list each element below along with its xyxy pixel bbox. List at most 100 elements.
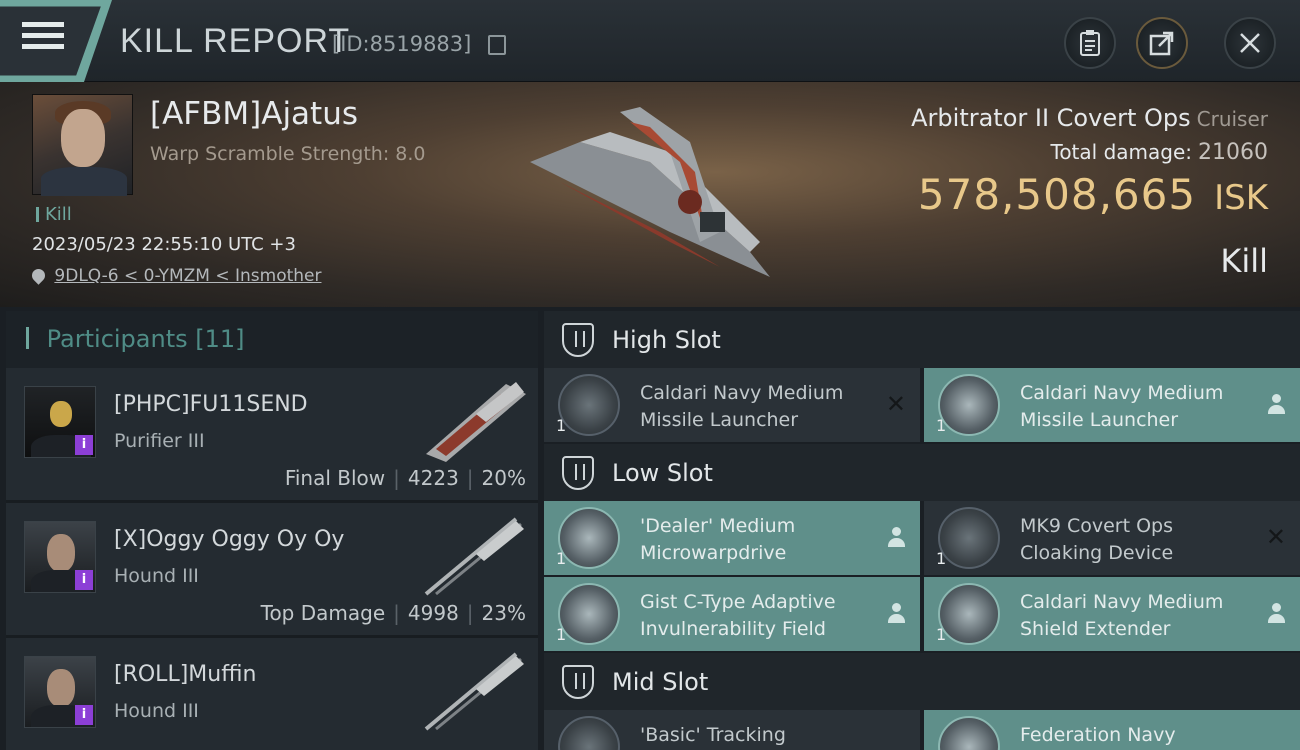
tracking-module-icon — [558, 716, 620, 750]
participants-header: Participants [11] — [6, 311, 538, 368]
module-name: Caldari Navy Medium Shield Extender — [1020, 591, 1224, 640]
mid-slot-label: Mid Slot — [612, 667, 709, 696]
dropped-person-icon — [1268, 603, 1285, 623]
module-quantity: 1 — [556, 416, 567, 435]
module-item[interactable]: 1 Federation Navy — [924, 710, 1300, 750]
high-slot-label: High Slot — [612, 325, 721, 354]
destroyed-icon: ✕ — [1265, 523, 1286, 551]
location-link[interactable]: 9DLQ-6 < 0-YMZM < Insmother — [54, 266, 321, 286]
report-id: [ID:8519883] — [332, 32, 472, 56]
module-name: Gist C-Type Adaptive Invulnerability Fie… — [640, 591, 836, 640]
ship-name[interactable]: Arbitrator II Covert Ops — [911, 104, 1191, 132]
kill-tag: Kill — [36, 204, 72, 225]
participant-portrait[interactable]: i — [24, 386, 96, 458]
menu-icon[interactable] — [22, 22, 64, 58]
ship-info: Arbitrator II Covert Ops Cruiser — [911, 104, 1268, 132]
module-item[interactable]: 1 Gist C-Type Adaptive Invulnerability F… — [544, 577, 920, 651]
share-button[interactable] — [1136, 17, 1188, 69]
close-button[interactable] — [1224, 17, 1276, 69]
destroyed-icon: ✕ — [885, 390, 906, 418]
mid-slot-header: Mid Slot — [544, 653, 1300, 710]
participant-percent: 23% — [481, 601, 526, 625]
participant-ship: Hound III — [114, 700, 199, 722]
shield-extender-icon — [938, 583, 1000, 645]
participant-portrait[interactable]: i — [24, 656, 96, 728]
participant-stats: Top Damage | 4998 | 23% — [260, 601, 526, 625]
participant-portrait[interactable]: i — [24, 521, 96, 593]
module-name: Caldari Navy Medium Missile Launcher — [640, 382, 844, 431]
mid-slot-icon — [562, 665, 594, 699]
module-quantity: 1 — [556, 625, 567, 644]
module-item[interactable]: 1 MK9 Covert Ops Cloaking Device ✕ — [924, 501, 1300, 575]
kill-result: Kill — [1220, 242, 1268, 280]
participant-ship-image — [424, 517, 524, 596]
close-icon — [1240, 33, 1260, 53]
high-slot-icon — [562, 323, 594, 357]
participant-percent: 20% — [481, 466, 526, 490]
isk-value: 578,508,665 ISK — [918, 170, 1268, 219]
module-item[interactable]: 1 'Dealer' Medium Microwarpdrive — [544, 501, 920, 575]
participant-damage: 4223 — [407, 466, 459, 490]
dropped-person-icon — [1268, 394, 1285, 414]
low-slot-icon — [562, 456, 594, 490]
info-badge-icon: i — [75, 705, 93, 725]
total-damage-value: 21060 — [1198, 140, 1268, 165]
participant-ship-image — [424, 652, 524, 731]
victim-portrait[interactable] — [32, 94, 133, 196]
participant-row[interactable]: i [ROLL]Muffin Hound III — [6, 638, 538, 750]
invulnerability-field-icon — [558, 583, 620, 645]
cloaking-device-icon — [938, 507, 1000, 569]
module-quantity: 1 — [936, 416, 947, 435]
victim-banner: [AFBM]Ajatus Warp Scramble Strength: 8.0… — [0, 82, 1300, 307]
warp-scramble-strength: Warp Scramble Strength: 8.0 — [150, 143, 426, 165]
info-badge-icon: i — [75, 435, 93, 455]
participants-count: [11] — [195, 325, 245, 353]
module-item[interactable]: 1 Caldari Navy Medium Missile Launcher ✕ — [544, 368, 920, 442]
participant-name[interactable]: [ROLL]Muffin — [114, 662, 256, 687]
low-slot-modules-row-2: 1 Gist C-Type Adaptive Invulnerability F… — [544, 577, 1300, 653]
high-slot-header: High Slot — [544, 311, 1300, 368]
dropped-person-icon — [888, 527, 905, 547]
fitting-panel: High Slot 1 Caldari Navy Medium Missile … — [544, 311, 1300, 750]
ship-image — [530, 107, 770, 277]
participants-title: Participants — [46, 325, 188, 353]
ship-class: Cruiser — [1196, 107, 1268, 131]
victim-name[interactable]: [AFBM]Ajatus — [150, 96, 358, 132]
title-bar: KILL REPORT [ID:8519883] — [0, 0, 1300, 82]
info-badge-icon: i — [75, 570, 93, 590]
mid-slot-modules: 1 'Basic' Tracking 1 Federation Navy — [544, 710, 1300, 750]
module-item[interactable]: 1 Caldari Navy Medium Missile Launcher — [924, 368, 1300, 442]
low-slot-modules-row-1: 1 'Dealer' Medium Microwarpdrive 1 MK9 C… — [544, 501, 1300, 577]
participant-row[interactable]: i [PHPC]FU11SEND Purifier III Final Blow… — [6, 368, 538, 503]
kill-location[interactable]: 9DLQ-6 < 0-YMZM < Insmother — [29, 266, 321, 286]
microwarpdrive-icon — [558, 507, 620, 569]
module-item[interactable]: 1 'Basic' Tracking — [544, 710, 920, 750]
module-item[interactable]: 1 Caldari Navy Medium Shield Extender — [924, 577, 1300, 651]
participant-stats: Final Blow | 4223 | 20% — [284, 466, 526, 490]
participant-name[interactable]: [PHPC]FU11SEND — [114, 392, 308, 417]
module-name: Federation Navy — [1020, 724, 1176, 746]
participants-panel: Participants [11] i [PHPC]FU11SEND Purif… — [6, 311, 538, 750]
module-name: 'Dealer' Medium Microwarpdrive — [640, 515, 796, 564]
total-damage-label: Total damage: — [1050, 140, 1193, 164]
module-quantity: 1 — [936, 549, 947, 568]
missile-launcher-icon — [558, 374, 620, 436]
kill-timestamp: 2023/05/23 22:55:10 UTC +3 — [32, 234, 296, 255]
participant-name[interactable]: [X]Oggy Oggy Oy Oy — [114, 527, 344, 552]
isk-amount: 578,508,665 — [917, 170, 1197, 219]
module-name: MK9 Covert Ops Cloaking Device — [1020, 515, 1174, 564]
participant-row[interactable]: i [X]Oggy Oggy Oy Oy Hound III Top Damag… — [6, 503, 538, 638]
low-slot-header: Low Slot — [544, 444, 1300, 501]
dropped-person-icon — [888, 603, 905, 623]
participant-ship-image — [426, 382, 526, 462]
participant-ship: Hound III — [114, 565, 199, 587]
clipboard-button[interactable] — [1064, 17, 1116, 69]
module-quantity: 1 — [556, 549, 567, 568]
module-name: 'Basic' Tracking — [640, 724, 786, 746]
participant-ship: Purifier III — [114, 430, 205, 452]
copy-icon[interactable] — [488, 35, 506, 55]
participant-role: Top Damage — [260, 601, 386, 625]
missile-launcher-icon — [938, 374, 1000, 436]
participant-role: Final Blow — [284, 466, 386, 490]
module-name: Caldari Navy Medium Missile Launcher — [1020, 382, 1224, 431]
